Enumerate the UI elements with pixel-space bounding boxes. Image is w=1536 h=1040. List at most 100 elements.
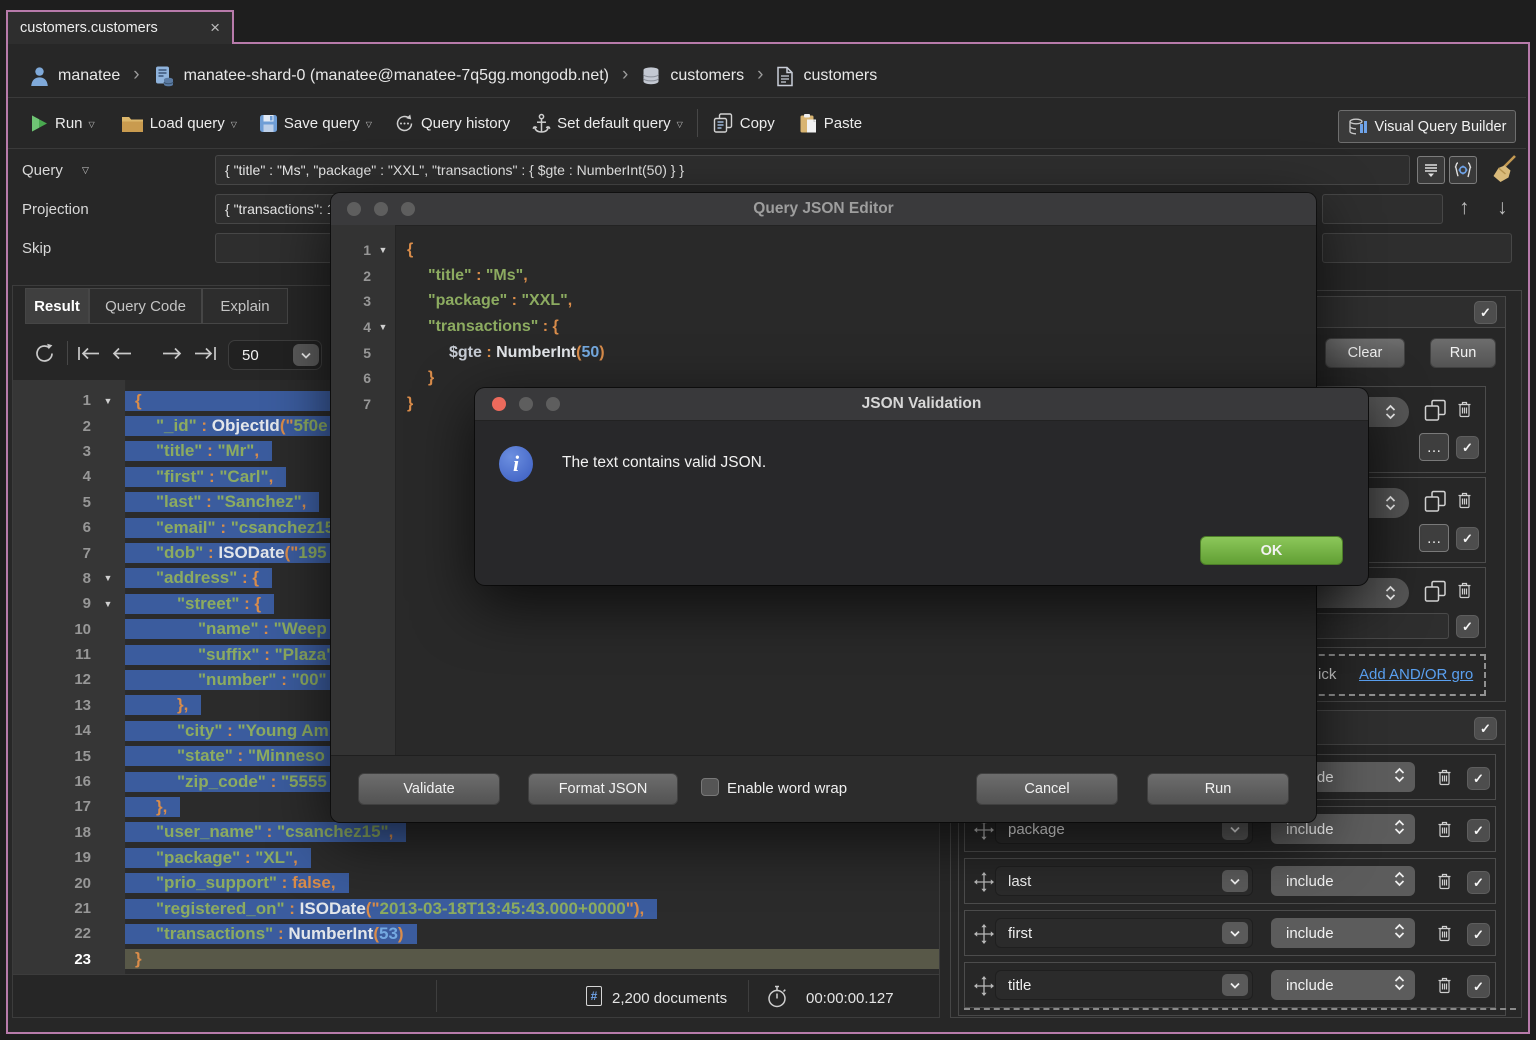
run-button[interactable]: Run ▽ [30, 114, 95, 133]
drag-handle-icon[interactable] [973, 975, 995, 1002]
minimize-traffic-light[interactable] [519, 397, 533, 411]
folder-icon [121, 114, 144, 133]
format-json-button[interactable]: Format JSON [528, 773, 678, 805]
projection-row-checkbox[interactable]: ✓ [1467, 819, 1490, 842]
field-select[interactable]: title [995, 970, 1253, 1000]
trash-icon[interactable] [1437, 925, 1452, 947]
drag-handle-icon[interactable] [973, 871, 995, 898]
breadcrumb-user[interactable]: manatee [58, 67, 120, 85]
code-text: "transactions" : { [395, 318, 559, 336]
load-query-button[interactable]: Load query ▽ [121, 114, 237, 133]
zoom-traffic-light[interactable] [401, 202, 415, 216]
copy-label: Copy [740, 115, 775, 132]
modal-run-button[interactable]: Run [1147, 773, 1289, 805]
line-number: 9 [13, 595, 91, 612]
trash-icon[interactable] [1457, 582, 1472, 604]
prev-page-icon[interactable] [110, 345, 134, 362]
document-count-icon: # [586, 986, 602, 1006]
line-number: 3 [331, 293, 371, 309]
stopwatch-icon [766, 985, 788, 1009]
duplicate-icon[interactable] [1423, 398, 1448, 428]
ok-button[interactable]: OK [1200, 536, 1343, 565]
document-tab[interactable]: customers.customers × [6, 10, 234, 44]
fold-toggle-icon[interactable]: ▼ [91, 573, 125, 583]
minimize-traffic-light[interactable] [374, 202, 388, 216]
zoom-traffic-light[interactable] [546, 397, 560, 411]
condition-checkbox[interactable]: ✓ [1456, 436, 1479, 459]
tab-query-code[interactable]: Query Code [89, 288, 202, 324]
fold-toggle-icon[interactable]: ▼ [91, 599, 125, 609]
sort-input[interactable] [1322, 194, 1443, 224]
close-traffic-light[interactable] [347, 202, 361, 216]
ellipsis-button[interactable]: … [1419, 524, 1449, 552]
drag-handle-icon[interactable] [973, 819, 995, 846]
visual-query-builder-button[interactable]: Visual Query Builder [1338, 110, 1516, 143]
fold-toggle-icon[interactable]: ▼ [371, 322, 395, 332]
projection-row-checkbox[interactable]: ✓ [1467, 767, 1490, 790]
line-number: 5 [331, 345, 371, 361]
condition-checkbox[interactable]: ✓ [1456, 527, 1479, 550]
duplicate-icon[interactable] [1423, 489, 1448, 519]
duplicate-icon[interactable] [1423, 579, 1448, 609]
trash-icon[interactable] [1437, 821, 1452, 843]
trash-icon[interactable] [1457, 401, 1472, 423]
field-select[interactable]: first [995, 918, 1253, 948]
include-select[interactable]: include [1271, 918, 1415, 948]
projection-row-checkbox[interactable]: ✓ [1467, 871, 1490, 894]
query-input[interactable]: { "title" : "Ms", "package" : "XXL", "tr… [215, 155, 1410, 185]
page-size-select[interactable]: 50 [228, 340, 322, 370]
modal-cancel-button[interactable]: Cancel [976, 773, 1118, 805]
word-wrap-checkbox[interactable] [701, 778, 719, 796]
code-line: 2"title" : "Ms", [331, 263, 1316, 289]
include-select[interactable]: include [1271, 970, 1415, 1000]
paste-button[interactable]: Paste [799, 113, 862, 134]
clear-broom-icon[interactable] [1487, 153, 1519, 185]
refresh-icon[interactable] [32, 341, 57, 366]
query-label-caret-icon[interactable]: ▽ [82, 165, 89, 176]
breadcrumb-database[interactable]: customers [670, 67, 744, 85]
copy-button[interactable]: Copy [712, 112, 775, 134]
query-format-button[interactable] [1417, 156, 1445, 184]
projection-dropzone[interactable] [964, 1008, 1516, 1010]
query-section-checkbox[interactable]: ✓ [1474, 301, 1497, 324]
line-number: 17 [13, 798, 91, 815]
field-select[interactable]: last [995, 866, 1253, 896]
tab-explain[interactable]: Explain [202, 288, 288, 324]
trash-icon[interactable] [1437, 977, 1452, 999]
include-select[interactable]: include [1271, 866, 1415, 896]
projection-section-checkbox[interactable]: ✓ [1474, 717, 1497, 740]
tab-close-icon[interactable]: × [210, 18, 220, 38]
move-down-icon[interactable]: ↓ [1497, 196, 1508, 220]
save-query-button[interactable]: Save query ▽ [259, 114, 372, 133]
ellipsis-button[interactable]: … [1419, 433, 1449, 461]
breadcrumb-collection[interactable]: customers [803, 67, 877, 85]
validate-button[interactable]: Validate [358, 773, 500, 805]
query-json-editor-button[interactable] [1449, 156, 1477, 184]
last-page-icon[interactable] [192, 345, 218, 362]
close-traffic-light[interactable] [492, 397, 506, 411]
condition-checkbox[interactable]: ✓ [1456, 615, 1479, 638]
trash-icon[interactable] [1457, 492, 1472, 514]
trash-icon[interactable] [1437, 873, 1452, 895]
projection-row-checkbox[interactable]: ✓ [1467, 975, 1490, 998]
move-up-icon[interactable]: ↑ [1459, 196, 1470, 220]
trash-icon[interactable] [1437, 769, 1452, 791]
builder-clear-button[interactable]: Clear [1325, 338, 1405, 368]
set-default-query-button[interactable]: Set default query ▽ [532, 113, 683, 134]
next-page-icon[interactable] [160, 345, 184, 362]
tab-result[interactable]: Result [25, 288, 89, 324]
breadcrumb-server[interactable]: manatee-shard-0 (manatee@manatee-7q5gg.m… [184, 67, 609, 85]
limit-input[interactable] [1322, 233, 1512, 263]
add-and-or-group-link[interactable]: Add AND/OR gro [1359, 666, 1473, 683]
builder-run-button[interactable]: Run [1430, 338, 1496, 368]
stepper-icon [1394, 975, 1405, 995]
code-text: "package" : "XL", [125, 848, 311, 868]
fold-toggle-icon[interactable]: ▼ [371, 245, 395, 255]
fold-toggle-icon[interactable]: ▼ [91, 396, 125, 406]
first-page-icon[interactable] [76, 345, 102, 362]
set-default-query-label: Set default query [557, 115, 670, 132]
drag-handle-icon[interactable] [973, 923, 995, 950]
query-history-button[interactable]: Query history [394, 113, 510, 134]
projection-row-checkbox[interactable]: ✓ [1467, 923, 1490, 946]
line-number: 4 [13, 468, 91, 485]
